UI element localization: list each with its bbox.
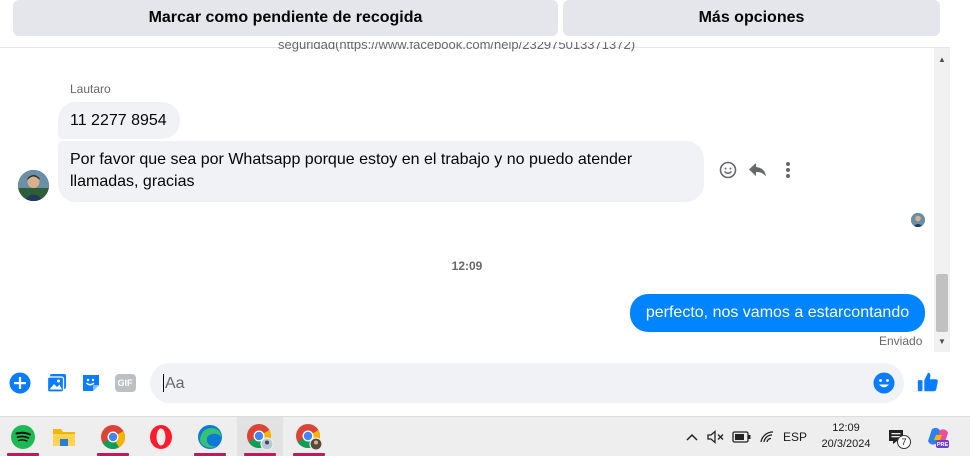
edge-icon bbox=[198, 425, 222, 449]
clock-time: 12:09 bbox=[832, 422, 860, 434]
taskbar-file-explorer[interactable] bbox=[41, 417, 87, 456]
folder-icon bbox=[53, 429, 75, 446]
incoming-message-bubble[interactable]: Por favor que sea por Whatsapp porque es… bbox=[58, 141, 704, 202]
copilot-icon[interactable]: PRE bbox=[925, 417, 951, 456]
top-action-bar: Marcar como pendiente de recogida Más op… bbox=[0, 0, 950, 48]
scroll-up-arrow-icon[interactable]: ▲ bbox=[934, 52, 950, 66]
sticker-icon[interactable] bbox=[79, 371, 103, 395]
input-language[interactable]: ESP bbox=[780, 417, 810, 456]
read-receipt-avatar bbox=[911, 213, 925, 227]
taskbar-spotify[interactable] bbox=[0, 417, 46, 456]
message-input[interactable]: Aa bbox=[150, 363, 904, 403]
message-input-placeholder: Aa bbox=[165, 375, 185, 392]
react-smiley-icon[interactable] bbox=[713, 158, 743, 182]
notification-count-badge: 7 bbox=[897, 435, 911, 449]
taskbar-chrome-profile-2[interactable] bbox=[286, 417, 332, 456]
scroll-down-arrow-icon[interactable]: ▼ bbox=[934, 334, 950, 348]
time-separator: 12:09 bbox=[451, 259, 483, 273]
outgoing-message-bubble[interactable]: perfecto, nos vamos a estarcontando bbox=[630, 294, 925, 332]
more-vertical-icon[interactable] bbox=[773, 158, 803, 182]
taskbar-opera[interactable] bbox=[138, 417, 184, 456]
truncated-link-text: seguridad(https://www.facebook.com/help/… bbox=[278, 42, 678, 56]
emoji-icon[interactable] bbox=[872, 371, 896, 395]
sent-status: Enviado bbox=[879, 334, 923, 348]
message-scrollbar[interactable]: ▲ ▼ bbox=[934, 48, 950, 352]
scrollbar-thumb[interactable] bbox=[936, 274, 948, 332]
reply-icon[interactable] bbox=[743, 158, 773, 182]
chrome-profile-2-icon bbox=[296, 424, 323, 451]
like-thumbs-up-icon[interactable] bbox=[916, 370, 940, 394]
sender-avatar[interactable] bbox=[18, 170, 49, 201]
taskbar-chrome-profile-active[interactable] bbox=[237, 417, 283, 456]
chrome-icon bbox=[101, 425, 126, 450]
add-plus-icon[interactable] bbox=[8, 371, 32, 395]
gif-label: GIF bbox=[114, 374, 136, 392]
gif-icon[interactable]: GIF bbox=[113, 371, 137, 395]
text-caret bbox=[163, 374, 164, 392]
more-options-button[interactable]: Más opciones bbox=[563, 0, 940, 36]
message-actions bbox=[713, 158, 803, 182]
spotify-icon bbox=[11, 425, 35, 449]
wifi-icon[interactable] bbox=[757, 417, 779, 456]
app-window: Marcar como pendiente de recogida Más op… bbox=[0, 0, 970, 456]
windows-taskbar: ESP 12:09 20/3/2024 PRE bbox=[0, 416, 970, 456]
opera-icon bbox=[150, 425, 172, 449]
chrome-profile-icon bbox=[247, 424, 274, 451]
mark-pending-button[interactable]: Marcar como pendiente de recogida bbox=[13, 0, 558, 36]
clock-date: 20/3/2024 bbox=[821, 438, 871, 450]
sender-name: Lautaro bbox=[70, 82, 111, 96]
copilot-badge: PRE bbox=[937, 442, 949, 448]
system-clock[interactable]: 12:09 20/3/2024 bbox=[812, 420, 880, 452]
volume-muted-icon[interactable] bbox=[705, 417, 727, 456]
photo-gallery-icon[interactable] bbox=[45, 371, 69, 395]
battery-icon[interactable] bbox=[730, 417, 754, 456]
message-composer: GIF Aa bbox=[0, 352, 970, 416]
incoming-message-bubble[interactable]: 11 2277 8954 bbox=[58, 102, 180, 139]
taskbar-chrome[interactable] bbox=[90, 417, 136, 456]
truncated-link-label: seguridad(https://www.facebook.com/help/… bbox=[278, 42, 636, 52]
taskbar-edge[interactable] bbox=[187, 417, 233, 456]
show-hidden-icons-chevron-icon[interactable] bbox=[682, 417, 702, 456]
